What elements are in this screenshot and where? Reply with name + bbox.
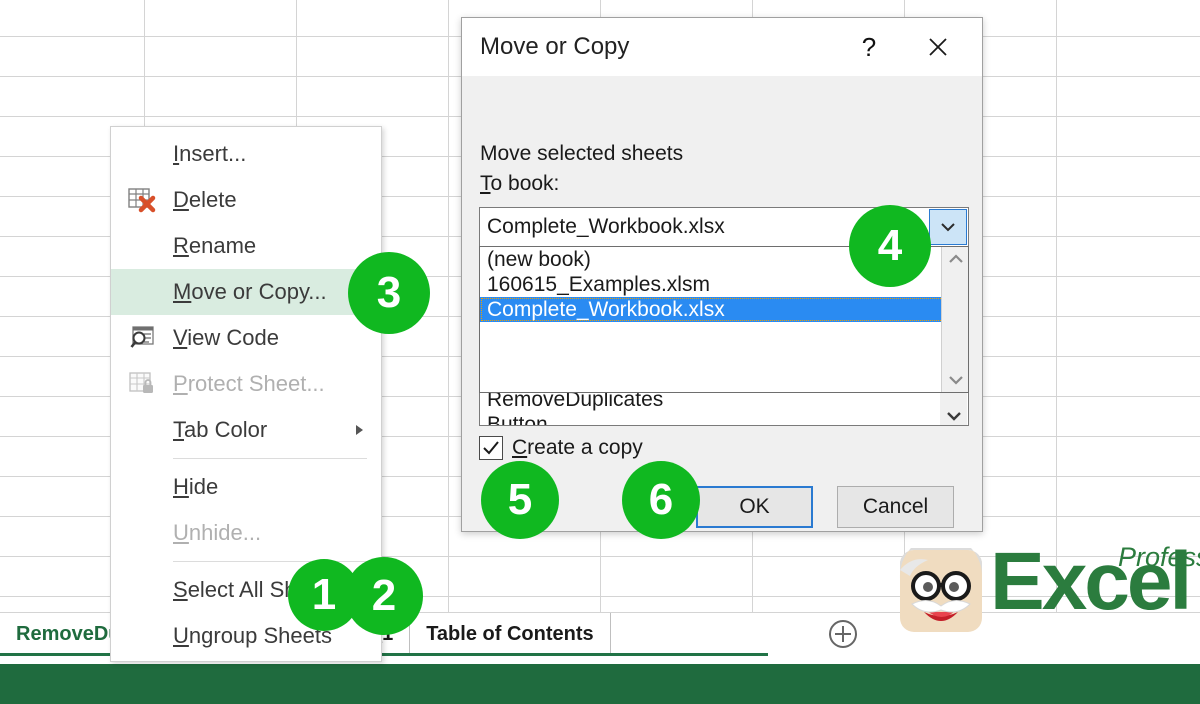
checkbox-box[interactable] bbox=[479, 436, 503, 460]
menu-item-label: Rename bbox=[173, 233, 257, 258]
protect-sheet-icon bbox=[111, 361, 173, 407]
menu-item-label: Protect Sheet... bbox=[173, 371, 325, 396]
professor-excel-wordmark: Excel Professor bbox=[990, 540, 1200, 624]
status-bar bbox=[0, 664, 1200, 704]
menu-item-move-or-copy[interactable]: Move or Copy... bbox=[111, 269, 381, 315]
ok-button[interactable]: OK bbox=[696, 486, 813, 528]
menu-item-label: Tab Color bbox=[173, 417, 268, 442]
ungroup-sheets-icon bbox=[111, 613, 173, 659]
menu-item-view-code[interactable]: View Code bbox=[111, 315, 381, 361]
select-all-sheets-icon bbox=[111, 567, 173, 613]
sheet-tab-table-of-contents[interactable]: Table of Contents bbox=[410, 613, 611, 655]
professor-face-icon bbox=[898, 534, 984, 634]
cancel-button[interactable]: Cancel bbox=[837, 486, 954, 528]
move-or-copy-icon bbox=[111, 269, 173, 315]
menu-item-protect-sheet[interactable]: Protect Sheet... bbox=[111, 361, 381, 407]
badge-number: 3 bbox=[376, 268, 402, 317]
menu-item-rename[interactable]: Rename bbox=[111, 223, 381, 269]
tab-color-icon bbox=[111, 407, 173, 453]
menu-item-label: Unhide... bbox=[173, 520, 262, 545]
menu-item-label: View Code bbox=[173, 325, 279, 350]
scroll-down-icon[interactable] bbox=[940, 410, 967, 422]
menu-item-label: Hide bbox=[173, 474, 219, 499]
step-badge-4: 4 bbox=[849, 205, 931, 287]
rename-icon bbox=[111, 223, 173, 269]
chevron-down-icon[interactable] bbox=[929, 209, 967, 245]
label-to-book: To book: bbox=[480, 172, 560, 195]
step-badge-6: 6 bbox=[622, 461, 700, 539]
menu-item-tab-color[interactable]: Tab Color bbox=[111, 407, 381, 453]
menu-item-unhide[interactable]: Unhide... bbox=[111, 510, 381, 556]
submenu-arrow-icon bbox=[356, 425, 363, 435]
menu-item-label: Insert... bbox=[173, 141, 247, 166]
step-badge-3: 3 bbox=[348, 252, 430, 334]
plus-circle-icon[interactable] bbox=[826, 617, 860, 651]
sheet-tab-label: Table of Contents bbox=[426, 622, 594, 645]
delete-sheet-icon bbox=[111, 177, 173, 223]
badge-number: 1 bbox=[311, 570, 337, 619]
checkbox-label: Create a copy bbox=[512, 436, 643, 459]
menu-item-delete[interactable]: Delete bbox=[111, 177, 381, 223]
scroll-down-icon[interactable] bbox=[942, 374, 969, 386]
dropdown-option-complete-workbook[interactable]: Complete_Workbook.xlsx bbox=[480, 297, 968, 322]
logo-professor-text: Professor bbox=[1118, 542, 1200, 572]
badge-number: 2 bbox=[371, 571, 397, 620]
step-badge-5: 5 bbox=[481, 461, 559, 539]
step-badge-2: 2 bbox=[345, 557, 423, 635]
menu-item-label: Move or Copy... bbox=[173, 279, 327, 304]
dialog-title: Move or Copy bbox=[480, 33, 630, 60]
list-item[interactable]: Button bbox=[480, 412, 968, 426]
hide-icon bbox=[111, 464, 173, 510]
professor-excel-logo: Excel Professor bbox=[898, 534, 1200, 640]
view-code-icon bbox=[111, 315, 173, 361]
dialog-title-bar[interactable]: Move or Copy ? bbox=[462, 18, 982, 76]
close-icon[interactable] bbox=[918, 27, 958, 67]
dropdown-scrollbar[interactable] bbox=[941, 247, 968, 392]
scroll-up-icon[interactable] bbox=[942, 253, 969, 265]
unhide-icon bbox=[111, 510, 173, 556]
badge-number: 4 bbox=[877, 221, 903, 270]
menu-item-insert[interactable]: Insert... bbox=[111, 131, 381, 177]
menu-separator bbox=[173, 458, 367, 459]
insert-icon bbox=[111, 131, 173, 177]
menu-item-hide[interactable]: Hide bbox=[111, 464, 381, 510]
create-a-copy-checkbox[interactable]: Create a copy bbox=[479, 436, 643, 460]
help-icon[interactable]: ? bbox=[852, 30, 886, 64]
label-move-selected-sheets: Move selected sheets bbox=[480, 142, 684, 165]
combobox-value: Complete_Workbook.xlsx bbox=[487, 215, 725, 238]
menu-item-label: Delete bbox=[173, 187, 237, 212]
badge-number: 6 bbox=[648, 475, 674, 524]
badge-number: 5 bbox=[507, 475, 533, 524]
